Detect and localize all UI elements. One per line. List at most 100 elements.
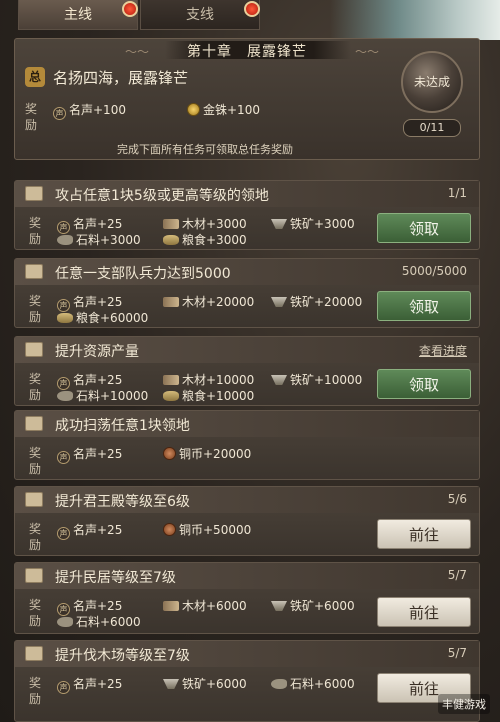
reward-grain: 粮食+10000 — [163, 387, 254, 404]
wood-icon — [163, 375, 179, 385]
lumber-mill-icon — [25, 646, 43, 661]
claim-button[interactable]: 领取 — [377, 369, 471, 399]
chapter-status-orb: 未达成 — [401, 51, 463, 113]
fame-icon: 声 — [57, 681, 70, 694]
tab-side-quest[interactable]: 支线 — [140, 0, 260, 30]
reward-gold: 金铢+100 — [187, 101, 260, 118]
reward-wood: 木材+10000 — [163, 371, 254, 388]
reward-fame: 声名声+100 — [53, 101, 126, 120]
wood-icon — [163, 297, 179, 307]
wood-icon — [163, 601, 179, 611]
grain-icon — [163, 391, 179, 401]
goto-button[interactable]: 前往 — [377, 519, 471, 549]
chapter-title: 第十章 展露锋芒 — [187, 44, 307, 60]
iron-ore-icon — [163, 679, 179, 689]
task-card: 成功扫荡任意1块领地 奖励 声名声+25 铜币+20000 — [14, 410, 480, 480]
task-progress: 5/6 — [447, 492, 467, 506]
reward-iron: 铁矿+6000 — [163, 675, 247, 692]
stone-icon — [57, 391, 73, 401]
task-card: 提升民居等级至7级 5/7 奖励 声名声+25 木材+6000 铁矿+6000 … — [14, 562, 480, 634]
fame-icon: 声 — [57, 451, 70, 464]
reward-copper: 铜币+50000 — [163, 521, 251, 538]
reward-fame: 声名声+25 — [57, 521, 122, 540]
reward-copper: 铜币+20000 — [163, 445, 251, 462]
task-title: 提升民居等级至7级 — [55, 570, 176, 586]
reward-iron: 铁矿+6000 — [271, 597, 355, 614]
reward-label: 奖励 — [29, 216, 42, 246]
task-title: 提升伐木场等级至7级 — [55, 648, 190, 664]
copper-coin-icon — [163, 447, 176, 460]
reward-label: 奖励 — [29, 294, 42, 324]
reward-wood: 木材+3000 — [163, 215, 247, 232]
task-title: 任意一支部队兵力达到5000 — [55, 266, 231, 282]
reward-iron: 铁矿+10000 — [271, 371, 362, 388]
chapter-status: 未达成 — [413, 75, 450, 89]
tab-main-quest[interactable]: 主线 — [18, 0, 138, 30]
chapter-progress: 0/11 — [403, 119, 461, 137]
task-progress: 1/1 — [447, 186, 467, 200]
reward-label: 奖励 — [29, 598, 42, 628]
overall-quest-icon: 总 — [25, 67, 45, 87]
fame-icon: 声 — [53, 107, 66, 120]
reward-stone: 石料+6000 — [271, 675, 355, 692]
view-progress-link[interactable]: 查看进度 — [419, 342, 467, 359]
task-progress: 5000/5000 — [401, 264, 467, 278]
reward-label: 奖励 — [25, 102, 38, 132]
task-title: 提升君王殿等级至6级 — [55, 494, 190, 510]
gold-coin-icon — [187, 103, 200, 116]
book-icon — [25, 342, 43, 357]
reward-grain: 粮食+3000 — [163, 231, 247, 248]
chapter-summary: 〜〜 〜〜 第十章 展露锋芒 总 名扬四海，展露锋芒 奖励 声名声+100 金铢… — [14, 38, 480, 160]
house-icon — [25, 568, 43, 583]
reward-label: 奖励 — [29, 372, 42, 402]
iron-ore-icon — [271, 601, 287, 611]
reward-label: 奖励 — [29, 676, 42, 706]
reward-iron: 铁矿+3000 — [271, 215, 355, 232]
grain-icon — [163, 235, 179, 245]
reward-fame: 声名声+25 — [57, 675, 122, 694]
reward-grain: 粮食+60000 — [57, 309, 148, 326]
flag-icon — [25, 264, 43, 279]
character-art — [330, 0, 500, 40]
task-card: 提升资源产量 查看进度 奖励 声名声+25 木材+10000 铁矿+10000 … — [14, 336, 480, 406]
task-card: 攻占任意1块5级或更高等级的领地 1/1 奖励 声名声+25 木材+3000 铁… — [14, 180, 480, 250]
task-card: 提升伐木场等级至7级 5/7 奖励 声名声+25 铁矿+6000 石料+6000… — [14, 640, 480, 722]
reward-wood: 木材+6000 — [163, 597, 247, 614]
iron-ore-icon — [271, 219, 287, 229]
grain-icon — [57, 313, 73, 323]
task-progress: 5/7 — [447, 568, 467, 582]
iron-ore-icon — [271, 375, 287, 385]
reward-label: 奖励 — [29, 522, 42, 552]
palace-icon — [25, 492, 43, 507]
task-progress: 5/7 — [447, 646, 467, 660]
stone-icon — [57, 617, 73, 627]
reward-wood: 木材+20000 — [163, 293, 254, 310]
copper-coin-icon — [163, 523, 176, 536]
chapter-name: 名扬四海，展露锋芒 — [53, 69, 189, 87]
reward-iron: 铁矿+20000 — [271, 293, 362, 310]
goto-button[interactable]: 前往 — [377, 597, 471, 627]
stone-icon — [271, 679, 287, 689]
iron-ore-icon — [271, 297, 287, 307]
fame-icon: 声 — [57, 527, 70, 540]
reward-stone: 石料+10000 — [57, 387, 148, 404]
watermark: 丰健游戏 — [438, 694, 490, 714]
claim-button[interactable]: 领取 — [377, 213, 471, 243]
notification-dot-icon — [244, 1, 260, 17]
reward-stone: 石料+3000 — [57, 231, 141, 248]
reward-label: 奖励 — [29, 446, 42, 476]
stone-icon — [57, 235, 73, 245]
chapter-note: 完成下面所有任务可领取总任务奖励 — [117, 143, 293, 156]
task-card: 提升君王殿等级至6级 5/6 奖励 声名声+25 铜币+50000 前往 — [14, 486, 480, 556]
task-title: 攻占任意1块5级或更高等级的领地 — [55, 188, 269, 204]
task-card: 任意一支部队兵力达到5000 5000/5000 奖励 声名声+25 木材+20… — [14, 258, 480, 328]
task-title: 成功扫荡任意1块领地 — [55, 418, 190, 434]
book-icon — [25, 186, 43, 201]
flag-icon — [25, 416, 43, 431]
claim-button[interactable]: 领取 — [377, 291, 471, 321]
reward-stone: 石料+6000 — [57, 613, 141, 630]
notification-dot-icon — [122, 1, 138, 17]
task-title: 提升资源产量 — [55, 344, 139, 360]
wood-icon — [163, 219, 179, 229]
reward-fame: 声名声+25 — [57, 445, 122, 464]
